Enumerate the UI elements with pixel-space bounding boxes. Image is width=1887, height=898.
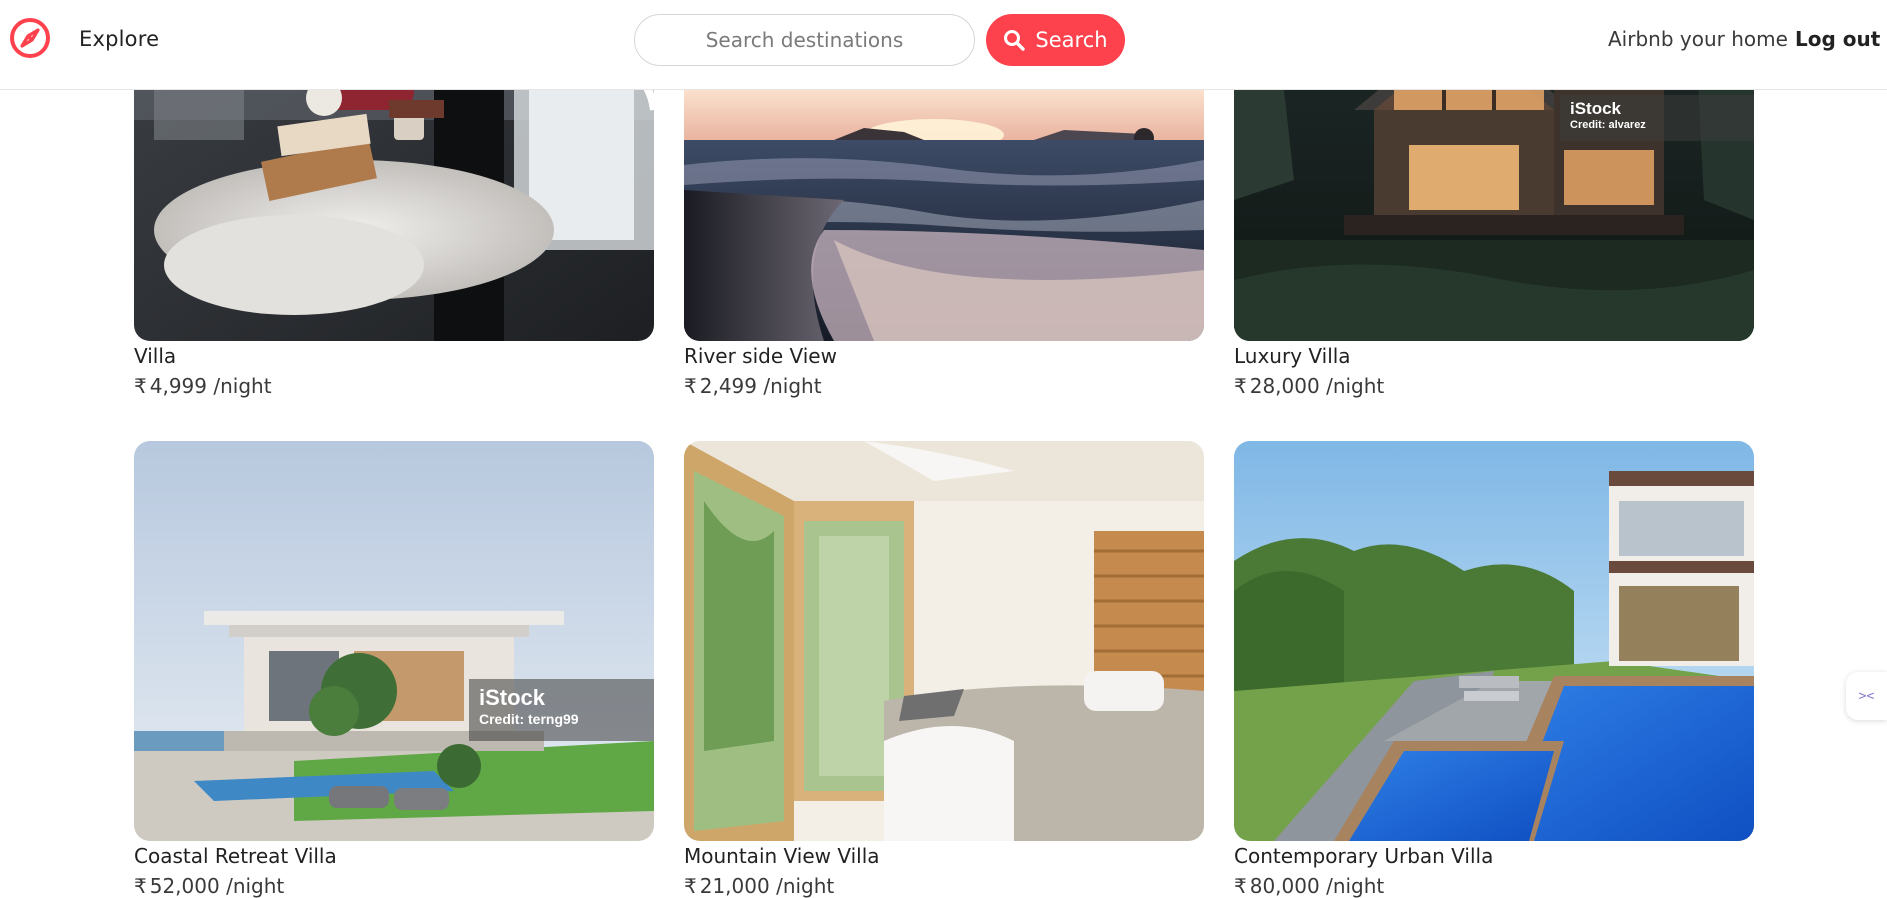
listing-price-unit: /night: [226, 874, 285, 898]
listing-price-unit: /night: [776, 874, 835, 898]
listing-title: River side View: [684, 344, 837, 368]
listing-price-value: 2,499: [699, 374, 757, 398]
listing-price: ₹52,000 /night: [134, 874, 284, 898]
listing-image: [1234, 441, 1754, 841]
search-icon: [1003, 29, 1026, 51]
listing-image: [684, 441, 1204, 841]
listing-card[interactable]: Contemporary Urban Villa ₹80,000 /night: [1234, 441, 1754, 898]
listing-price: ₹80,000 /night: [1234, 874, 1384, 898]
watermark-credit: Credit: terng99: [479, 711, 579, 727]
search-button-label: Search: [1035, 28, 1108, 52]
listing-title: Villa: [134, 344, 177, 368]
listing-image: iStock Credit: terng99: [134, 441, 654, 841]
listing-title: Contemporary Urban Villa: [1234, 844, 1494, 868]
listing-title: Mountain View Villa: [684, 844, 880, 868]
listing-price: ₹21,000 /night: [684, 874, 834, 898]
listing-price-value: 80,000: [1249, 874, 1320, 898]
airbnb-your-home-link[interactable]: Airbnb your home: [1608, 27, 1788, 51]
listing-price-unit: /night: [1326, 374, 1385, 398]
currency-symbol: ₹: [1234, 874, 1247, 898]
navbar: Explore Search Airbnb your home Log out: [0, 0, 1887, 90]
currency-symbol: ₹: [1234, 374, 1247, 398]
currency-symbol: ₹: [134, 374, 147, 398]
watermark: iStock Credit: alvarez: [1560, 95, 1754, 141]
listing-price: ₹2,499 /night: [684, 374, 822, 398]
listing-price-unit: /night: [1326, 874, 1385, 898]
watermark: iStock Credit: terng99: [469, 679, 654, 741]
watermark-brand: iStock: [479, 685, 546, 710]
listing-price: ₹4,999 /night: [134, 374, 272, 398]
currency-symbol: ₹: [134, 874, 147, 898]
collapse-arrows-icon: ><: [1858, 688, 1875, 704]
listing-title: Luxury Villa: [1234, 344, 1351, 368]
logout-link[interactable]: Log out: [1795, 27, 1880, 51]
side-panel-toggle[interactable]: ><: [1846, 672, 1887, 720]
compass-logo-icon[interactable]: [9, 17, 51, 59]
listing-card[interactable]: Mountain View Villa ₹21,000 /night: [684, 441, 1204, 898]
watermark-credit: Credit: alvarez: [1570, 119, 1646, 131]
listing-title: Coastal Retreat Villa: [134, 844, 337, 868]
currency-symbol: ₹: [684, 374, 697, 398]
listing-price: ₹28,000 /night: [1234, 374, 1384, 398]
listing-price-unit: /night: [213, 374, 272, 398]
listing-price-value: 28,000: [1249, 374, 1320, 398]
currency-symbol: ₹: [684, 874, 697, 898]
listing-card[interactable]: iStock Credit: terng99 Coastal Retreat V…: [134, 441, 654, 898]
listing-price-value: 4,999: [149, 374, 207, 398]
listing-price-value: 52,000: [149, 874, 220, 898]
search-input[interactable]: [634, 14, 975, 66]
listing-price-unit: /night: [763, 374, 822, 398]
watermark-brand: iStock: [1570, 99, 1622, 118]
listing-price-value: 21,000: [699, 874, 770, 898]
search-button[interactable]: Search: [986, 14, 1125, 66]
explore-link[interactable]: Explore: [79, 27, 159, 51]
